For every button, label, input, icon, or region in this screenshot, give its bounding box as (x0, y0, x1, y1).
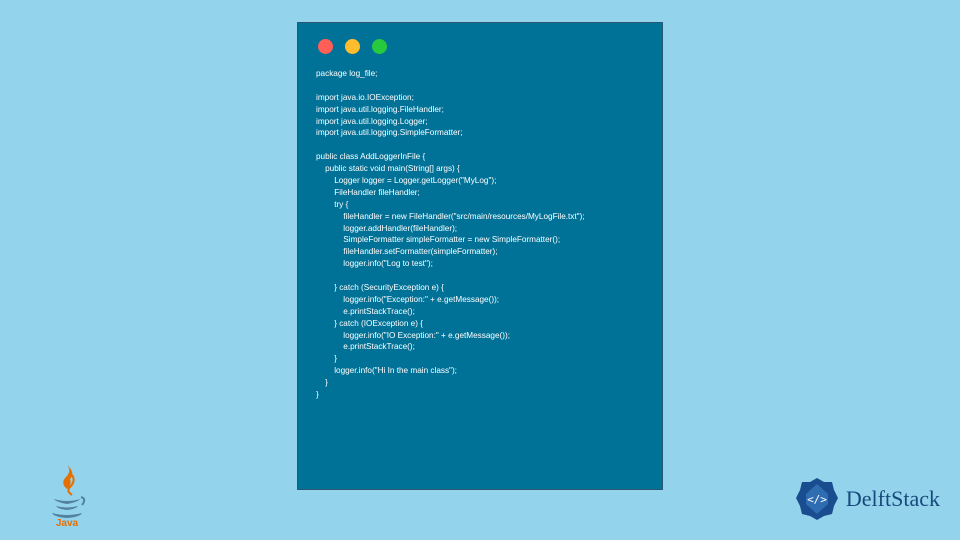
java-logo-icon: Java (42, 463, 92, 528)
code-line: e.printStackTrace(); (316, 307, 415, 316)
svg-text:Java: Java (56, 518, 79, 528)
code-line: } catch (SecurityException e) { (316, 283, 444, 292)
code-line: fileHandler = new FileHandler("src/main/… (316, 212, 585, 221)
traffic-lights (298, 23, 662, 62)
close-icon (318, 39, 333, 54)
code-line: logger.info("IO Exception:" + e.getMessa… (316, 331, 510, 340)
code-line: } catch (IOException e) { (316, 319, 423, 328)
code-line: import java.io.IOException; (316, 93, 414, 102)
code-line: try { (316, 200, 348, 209)
code-line: FileHandler fileHandler; (316, 188, 420, 197)
delftstack-text: DelftStack (846, 486, 940, 512)
code-line: SimpleFormatter simpleFormatter = new Si… (316, 235, 560, 244)
minimize-icon (345, 39, 360, 54)
code-line: import java.util.logging.FileHandler; (316, 105, 444, 114)
code-line: } (316, 354, 337, 363)
code-line: logger.addHandler(fileHandler); (316, 224, 457, 233)
code-line: fileHandler.setFormatter(simpleFormatter… (316, 247, 498, 256)
delftstack-logo: </> DelftStack (794, 476, 940, 522)
code-line: logger.info("Hi In the main class"); (316, 366, 457, 375)
code-line: package log_file; (316, 69, 377, 78)
code-line: import java.util.logging.Logger; (316, 117, 428, 126)
code-line: logger.info("Log to test"); (316, 259, 433, 268)
code-line: e.printStackTrace(); (316, 342, 415, 351)
code-line: } (316, 378, 328, 387)
code-line: logger.info("Exception:" + e.getMessage(… (316, 295, 499, 304)
code-line: import java.util.logging.SimpleFormatter… (316, 128, 463, 137)
code-line: public class AddLoggerInFile { (316, 152, 425, 161)
maximize-icon (372, 39, 387, 54)
code-line: Logger logger = Logger.getLogger("MyLog"… (316, 176, 496, 185)
svg-text:</>: </> (807, 493, 827, 506)
code-line: } (316, 390, 319, 399)
delftstack-badge-icon: </> (794, 476, 840, 522)
code-line: public static void main(String[] args) { (316, 164, 460, 173)
code-block: package log_file; import java.io.IOExcep… (298, 62, 662, 407)
code-window: package log_file; import java.io.IOExcep… (297, 22, 663, 490)
